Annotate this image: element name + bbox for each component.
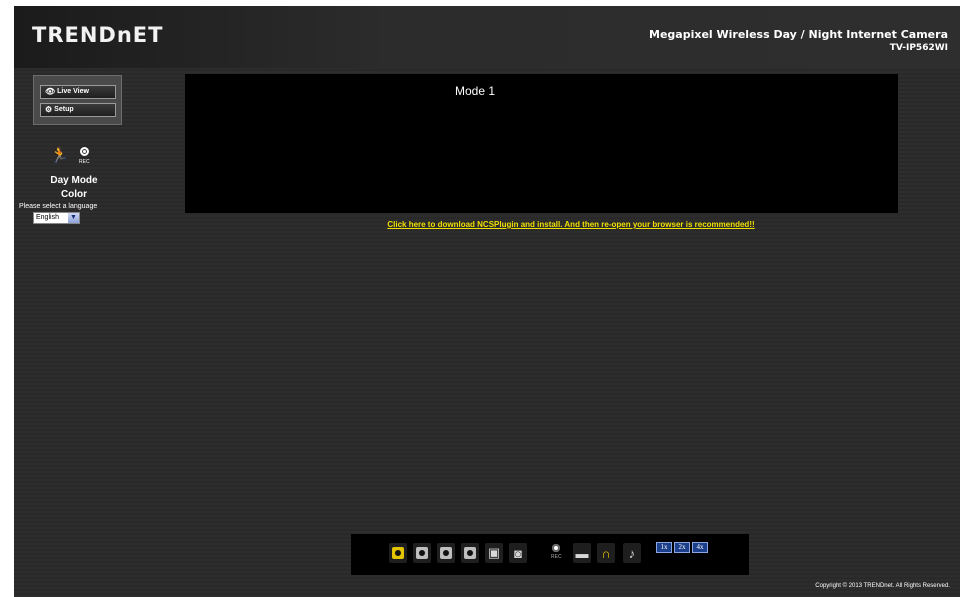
language-select[interactable]: English ▼	[33, 212, 80, 224]
chevron-down-icon: ▼	[68, 213, 79, 223]
camera-view-icon	[464, 547, 476, 559]
motion-detection-icon: 🏃	[50, 147, 69, 164]
zoom-2x-button[interactable]: 2x	[674, 542, 690, 553]
view-1-button[interactable]	[389, 543, 407, 563]
rec-status-label: REC	[79, 159, 90, 165]
open-folder-button[interactable]: ▬	[573, 543, 591, 563]
live-view-button[interactable]: 👁 Live View	[40, 85, 116, 99]
zoom-4x-button[interactable]: 4x	[692, 542, 708, 553]
record-button[interactable]: REC	[551, 542, 563, 566]
fullscreen-icon: ▣	[487, 545, 501, 560]
audio-listen-button[interactable]: ∩	[597, 543, 615, 563]
folder-icon: ▬	[575, 545, 589, 561]
record-label: REC	[551, 554, 562, 560]
status-icons: 🏃 REC	[50, 144, 110, 170]
zoom-1x-button[interactable]: 1x	[656, 542, 672, 553]
trendnet-logo[interactable]: TRENDnET	[32, 23, 163, 47]
language-prompt: Please select a language	[19, 203, 98, 210]
view-3-button[interactable]	[437, 543, 455, 563]
camera-web-ui: TRENDnET Megapixel Wireless Day / Night …	[14, 6, 960, 597]
color-mode-label: Color	[60, 189, 88, 200]
day-mode-label: Day Mode	[50, 175, 98, 186]
view-4-button[interactable]	[461, 543, 479, 563]
fullscreen-button[interactable]: ▣	[485, 543, 503, 563]
video-mode-text: Mode 1	[455, 84, 496, 98]
camera-icon: ◙	[514, 545, 522, 561]
language-selected: English	[36, 214, 59, 221]
microphone-icon: ♪	[628, 545, 636, 561]
download-plugin-link[interactable]: Click here to download NCSPlugin and ins…	[185, 220, 957, 229]
camera-view-icon	[440, 547, 452, 559]
setup-button[interactable]: ⚙ Setup	[40, 103, 116, 117]
eye-icon: 👁	[45, 87, 56, 96]
control-toolbar: ▣ ◙ REC ▬ ∩ ♪ 1x 2x 4x	[351, 534, 749, 575]
record-icon	[552, 544, 560, 552]
camera-view-icon	[392, 547, 404, 559]
live-view-label: Live View	[57, 88, 89, 95]
microphone-button[interactable]: ♪	[623, 543, 641, 563]
view-2-button[interactable]	[413, 543, 431, 563]
headphones-icon: ∩	[601, 545, 611, 561]
camera-view-icon	[416, 547, 428, 559]
setup-label: Setup	[54, 106, 74, 113]
snapshot-button[interactable]: ◙	[509, 543, 527, 563]
video-viewer[interactable]: Mode 1	[185, 74, 898, 213]
header: TRENDnET Megapixel Wireless Day / Night …	[14, 6, 960, 68]
side-nav: 👁 Live View ⚙ Setup	[33, 75, 122, 125]
camera-title: Megapixel Wireless Day / Night Internet …	[649, 28, 948, 41]
record-status-icon	[80, 147, 89, 156]
camera-model: TV-IP562WI	[889, 43, 948, 53]
gear-icon: ⚙	[45, 105, 53, 114]
copyright-text: Copyright © 2013 TRENDnet. All Rights Re…	[815, 583, 950, 589]
